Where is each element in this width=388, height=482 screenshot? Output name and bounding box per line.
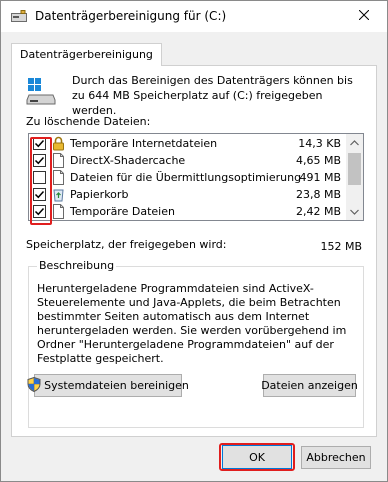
file-list[interactable]: Temporäre Internetdateien 14,3 KB Direct…: [28, 133, 364, 221]
tab-panel: Durch das Bereinigen des Datenträgers kö…: [11, 65, 377, 437]
tab-strip: Datenträgerbereinigung: [11, 43, 377, 66]
tab-disk-cleanup[interactable]: Datenträgerbereinigung: [11, 43, 162, 66]
uac-shield-icon: [27, 376, 41, 395]
cancel-button[interactable]: Abbrechen: [301, 446, 371, 469]
file-category-size: 491 MB: [299, 171, 341, 184]
file-category-name: Temporäre Internetdateien: [70, 137, 218, 150]
list-scrollbar[interactable]: [346, 134, 363, 220]
disk-cleanup-dialog: Datenträgerbereinigung für (C:) Datenträ…: [0, 0, 388, 482]
window-title: Datenträgerbereinigung für (C:): [35, 9, 227, 23]
file-icon: [52, 153, 65, 168]
file-list-label: Zu löschende Dateien:: [26, 115, 151, 128]
close-button[interactable]: [341, 1, 387, 32]
file-category-name: DirectX-Shadercache: [70, 154, 186, 167]
list-item[interactable]: Dateien für die Übermittlungsoptimierung…: [29, 169, 347, 186]
file-category-name: Papierkorb: [70, 188, 129, 201]
description-legend: Beschreibung: [37, 259, 117, 272]
list-item[interactable]: Temporäre Dateien 2,42 MB: [29, 203, 347, 220]
intro-text: Durch das Bereinigen des Datenträgers kö…: [72, 74, 353, 117]
chevron-down-icon: [350, 205, 359, 218]
close-icon: [358, 9, 370, 23]
view-files-button[interactable]: Dateien anzeigen: [261, 374, 358, 397]
ok-button[interactable]: OK: [222, 445, 292, 469]
file-icon: [52, 170, 65, 185]
list-item[interactable]: Temporäre Internetdateien 14,3 KB: [29, 135, 347, 152]
file-category-size: 4,65 MB: [295, 154, 341, 167]
recycle-bin-icon: [52, 187, 65, 202]
checkbox-highlight-annotation: [30, 137, 52, 225]
file-category-size: 2,42 MB: [295, 205, 341, 218]
scroll-down-button[interactable]: [346, 203, 363, 220]
cleanup-system-files-button[interactable]: Systemdateien bereinigen: [27, 374, 189, 397]
chevron-up-icon: [350, 136, 359, 149]
list-item[interactable]: Papierkorb 23,8 MB: [29, 186, 347, 203]
drive-icon: [26, 76, 56, 106]
scroll-up-button[interactable]: [346, 134, 363, 151]
description-text: Heruntergeladene Programmdateien sind Ac…: [37, 282, 347, 365]
lock-icon: [52, 136, 65, 151]
scroll-thumb[interactable]: [348, 153, 361, 185]
file-category-name: Temporäre Dateien: [70, 205, 175, 218]
file-category-size: 23,8 MB: [295, 188, 341, 201]
space-freed-value: 152 MB: [320, 240, 362, 253]
file-category-name: Dateien für die Übermittlungsoptimierung: [70, 171, 302, 184]
list-item[interactable]: DirectX-Shadercache 4,65 MB: [29, 152, 347, 169]
description-group: Beschreibung Heruntergeladene Programmda…: [28, 259, 364, 428]
drive-cleanup-icon: [11, 10, 27, 23]
title-bar: Datenträgerbereinigung für (C:): [1, 1, 387, 32]
file-category-size: 14,3 KB: [298, 137, 341, 150]
file-icon: [52, 204, 65, 219]
space-freed-label: Speicherplatz, der freigegeben wird:: [26, 238, 227, 251]
cleanup-system-files-label: Systemdateien bereinigen: [44, 379, 189, 392]
